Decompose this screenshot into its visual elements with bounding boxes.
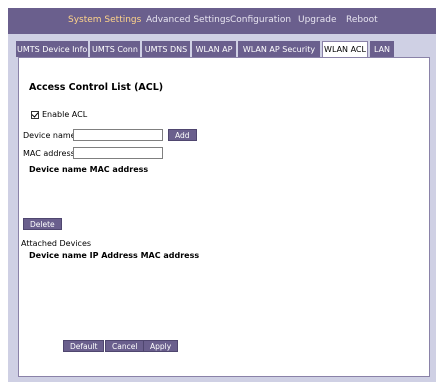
tab-umts-dns[interactable]: UMTS DNS	[142, 41, 190, 57]
nav-configuration[interactable]: Configuration	[230, 15, 291, 25]
content-panel: Access Control List (ACL) Enable ACL Dev…	[18, 57, 430, 377]
cancel-button[interactable]: Cancel	[105, 340, 145, 352]
default-button[interactable]: Default	[63, 340, 105, 352]
apply-button[interactable]: Apply	[143, 340, 179, 352]
mac-address-label: MAC address	[23, 149, 75, 158]
device-name-label: Device name	[23, 131, 76, 140]
device-name-input[interactable]	[73, 129, 163, 141]
acl-table-header: Device name MAC address	[29, 165, 149, 174]
page-title: Access Control List (ACL)	[29, 82, 164, 93]
enable-acl-checkbox[interactable]	[31, 110, 39, 119]
enable-acl-label: Enable ACL	[42, 110, 88, 119]
add-button[interactable]: Add	[168, 129, 197, 141]
mac-address-input[interactable]	[73, 147, 163, 159]
nav-advanced-settings[interactable]: Advanced Settings	[146, 15, 230, 25]
tab-lan[interactable]: LAN	[370, 41, 394, 57]
nav-reboot[interactable]: Reboot	[346, 15, 378, 25]
router-config-window: System Settings Advanced Settings Config…	[8, 8, 436, 382]
enable-acl-row: Enable ACL	[31, 110, 87, 119]
tab-umts-device-info[interactable]: UMTS Device Info	[16, 41, 88, 57]
nav-system-settings[interactable]: System Settings	[68, 15, 141, 25]
attached-devices-label: Attached Devices	[21, 239, 92, 248]
attached-devices-header: Device name IP Address MAC address	[29, 251, 200, 260]
delete-button[interactable]: Delete	[23, 218, 62, 230]
tab-wlan-ap[interactable]: WLAN AP	[192, 41, 236, 57]
nav-upgrade[interactable]: Upgrade	[298, 15, 336, 25]
tab-wlan-ap-security[interactable]: WLAN AP Security	[238, 41, 320, 57]
top-navigation: System Settings Advanced Settings Config…	[8, 8, 436, 34]
sub-tabs: UMTS Device Info UMTS Conn UMTS DNS WLAN…	[16, 41, 436, 58]
tab-umts-conn[interactable]: UMTS Conn	[90, 41, 140, 57]
tab-wlan-acl[interactable]: WLAN ACL	[322, 41, 368, 58]
